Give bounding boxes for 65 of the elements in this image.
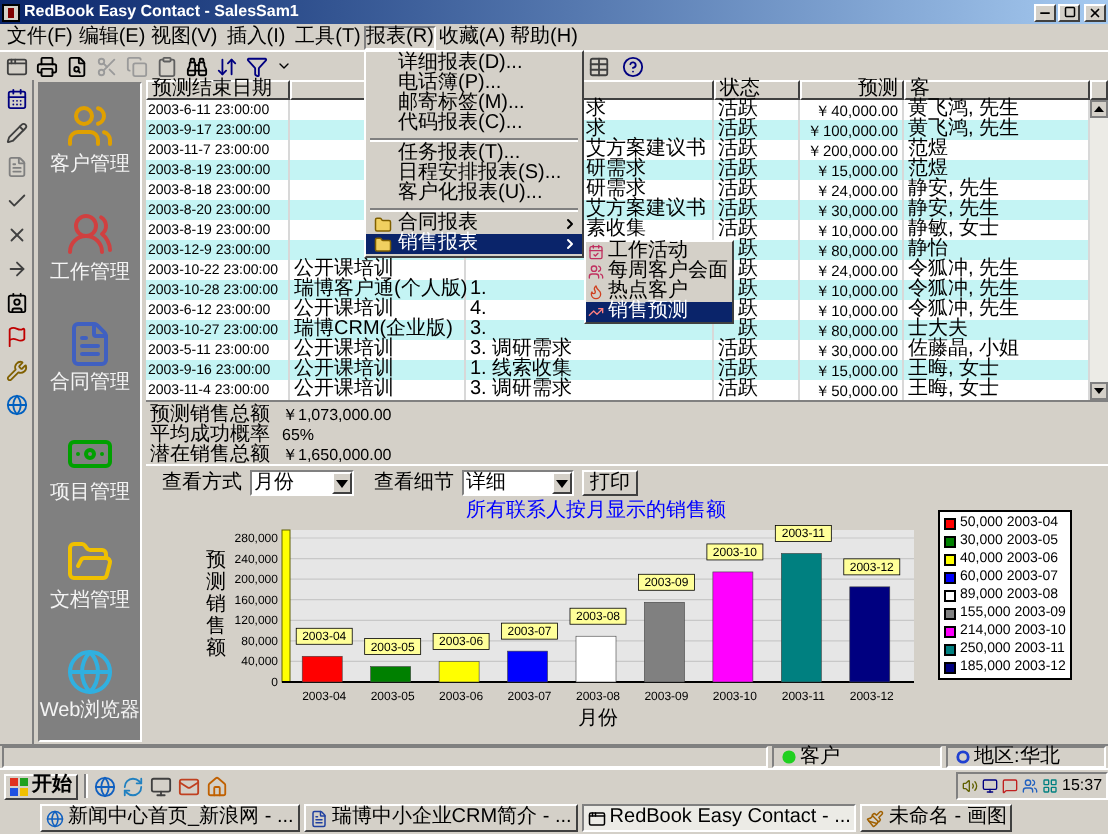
table-cell: 公开课培训 <box>294 260 394 280</box>
table-cell: 4. <box>470 300 487 320</box>
table-cell: 跃 <box>738 300 758 320</box>
summary-value: 65% <box>282 426 315 446</box>
detail-label: 查看细节 <box>374 473 454 493</box>
table-cell: 3. 调研需求 <box>470 380 573 400</box>
table-cell: 静怡 <box>908 240 948 260</box>
table-cell: 王晦, 女士 <box>908 360 1000 380</box>
table-cell: 活跃 <box>718 160 758 180</box>
table-cell: 求 <box>586 120 606 140</box>
table-cell: 公开课培训 <box>294 380 394 400</box>
table-cell: 令狐冲, 先生 <box>908 280 1020 300</box>
summary-label: 平均成功概率 <box>150 426 272 446</box>
table-cell: 瑞博客户通(个人版) <box>294 280 468 300</box>
summary-value: ￥1,650,000.00 <box>282 446 392 466</box>
chart-title: 所有联系人按月显示的销售额 <box>466 500 726 522</box>
table-cell: 公开课培训 <box>294 360 394 380</box>
table-cell: 求 <box>586 100 606 120</box>
table-cell: 3. <box>470 320 487 340</box>
table-cell: 活跃 <box>718 120 758 140</box>
table-cell: 范煜 <box>908 140 948 160</box>
window-title: RedBook Easy Contact - SalesSam1 <box>24 4 299 20</box>
summary-label: 潜在销售总额 <box>150 446 272 466</box>
table-cell: 跃 <box>738 280 758 300</box>
table-cell: 黄飞鸿, 先生 <box>908 100 1020 120</box>
table-cell: 素收集 <box>586 220 646 240</box>
view-by-label: 查看方式 <box>162 473 242 493</box>
table-cell: 活跃 <box>718 180 758 200</box>
table-cell: 跃 <box>738 240 758 260</box>
table-cell: 活跃 <box>718 140 758 160</box>
table-cell: 黄飞鸿, 先生 <box>908 120 1020 140</box>
table-cell: 范煜 <box>908 160 948 180</box>
summary-value: ￥1,073,000.00 <box>282 406 392 426</box>
table-cell: 静敏, 女士 <box>908 220 1000 240</box>
table-cell: 跃 <box>738 260 758 280</box>
status-text: 客户 <box>800 747 840 767</box>
table-cell: 活跃 <box>718 220 758 240</box>
table-cell: 1. 线索收集 <box>470 360 573 380</box>
status-text: 地区:华北 <box>974 747 1060 767</box>
table-cell: 佐藤晶, 小姐 <box>908 340 1020 360</box>
table-cell: 活跃 <box>718 360 758 380</box>
table-cell: 1. <box>470 280 487 300</box>
table-cell: 艾方案建议书 <box>586 140 706 160</box>
table-cell: 王晦, 女士 <box>908 380 1000 400</box>
table-cell: 静安, 先生 <box>908 180 1000 200</box>
table-cell: 静安, 先生 <box>908 200 1000 220</box>
table-cell: 令狐冲, 先生 <box>908 300 1020 320</box>
clock: 15:37 <box>1062 778 1103 794</box>
table-cell: 跃 <box>738 320 758 340</box>
table-cell: 研需求 <box>586 180 646 200</box>
table-cell: 活跃 <box>718 200 758 220</box>
summary-label: 预测销售总额 <box>150 406 272 426</box>
table-cell: 活跃 <box>718 340 758 360</box>
table-cell: 瑞博CRM(企业版) <box>294 320 453 340</box>
table-cell: 公开课培训 <box>294 340 394 360</box>
table-cell: 令狐冲, 先生 <box>908 260 1020 280</box>
table-cell: 公开课培训 <box>294 300 394 320</box>
x-axis-title: 月份 <box>578 708 618 730</box>
table-cell: 艾方案建议书 <box>586 200 706 220</box>
y-axis-title: 预测销售额 <box>206 550 226 660</box>
table-cell: 3. 调研需求 <box>470 340 573 360</box>
table-cell: 士大夫 <box>908 320 968 340</box>
table-cell: 活跃 <box>718 380 758 400</box>
table-cell: 活跃 <box>718 100 758 120</box>
table-cell: 研需求 <box>586 160 646 180</box>
